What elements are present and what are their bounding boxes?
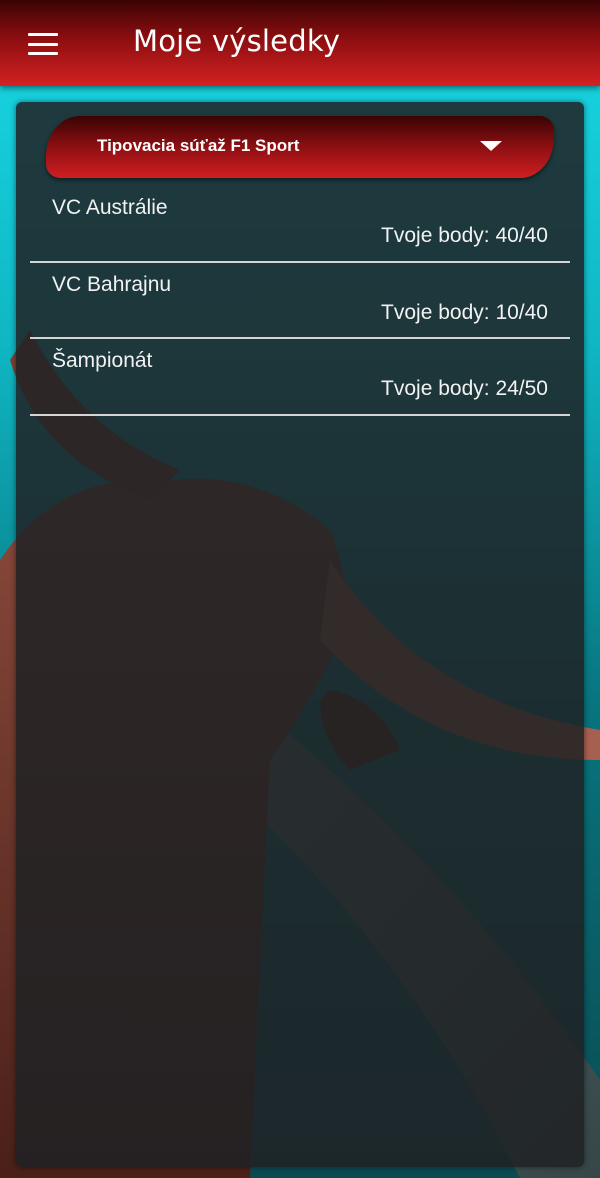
- result-name: VC Bahrajnu: [52, 272, 172, 296]
- app-header: Moje výsledky: [0, 0, 600, 86]
- dropdown-arrow-icon: [480, 141, 502, 151]
- competition-dropdown[interactable]: Tipovacia súťaž F1 Sport: [46, 116, 554, 178]
- hamburger-menu-icon[interactable]: [26, 30, 60, 58]
- result-name: VC Austrálie: [52, 196, 168, 219]
- menu-line: [28, 52, 58, 55]
- result-points: Tvoje body: 10/40: [381, 300, 548, 324]
- competition-dropdown-label: Tipovacia súťaž F1 Sport: [97, 136, 300, 155]
- results-panel: Tipovacia súťaž F1 Sport VC Austrálie Tv…: [16, 102, 584, 1167]
- list-item[interactable]: VC Austrálie Tvoje body: 40/40: [30, 186, 570, 263]
- result-name: Šampionát: [52, 349, 153, 372]
- list-item[interactable]: VC Bahrajnu Tvoje body: 10/40: [30, 263, 570, 339]
- list-item[interactable]: Šampionát Tvoje body: 24/50: [30, 339, 570, 416]
- results-list: VC Austrálie Tvoje body: 40/40 VC Bahraj…: [30, 186, 570, 416]
- page-title: Moje výsledky: [133, 24, 341, 58]
- menu-line: [28, 42, 58, 46]
- menu-line: [28, 33, 58, 36]
- result-points: Tvoje body: 40/40: [381, 224, 548, 247]
- result-points: Tvoje body: 24/50: [381, 377, 548, 400]
